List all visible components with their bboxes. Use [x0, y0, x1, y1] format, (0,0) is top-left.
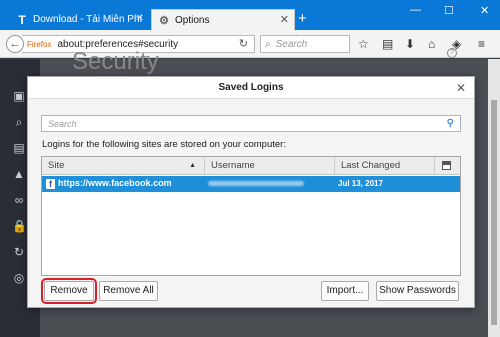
- saved-logins-dialog: Saved Logins ✕ Search ⚲ Logins for the f…: [27, 76, 475, 308]
- close-tab-icon[interactable]: ✕: [280, 13, 289, 26]
- advanced-icon[interactable]: ◎: [12, 271, 26, 285]
- menu-icon[interactable]: ≡: [478, 37, 485, 51]
- dialog-title: Saved Logins: [28, 77, 474, 99]
- logins-table: Site ▲ Username Last Changed f https://w…: [41, 156, 461, 276]
- row-last-changed: Jul 13, 2017: [338, 179, 383, 188]
- table-header: Site ▲ Username Last Changed: [42, 157, 460, 175]
- privacy-mask-icon[interactable]: ∞: [12, 193, 26, 207]
- show-passwords-button[interactable]: Show Passwords: [376, 281, 459, 301]
- page-title: Security: [72, 48, 159, 75]
- gear-icon: ⚙: [159, 14, 169, 27]
- download-icon[interactable]: ⬇: [405, 37, 415, 51]
- close-icon[interactable]: ✕: [456, 77, 466, 99]
- sync-icon[interactable]: ↻: [12, 245, 26, 259]
- row-site: https://www.facebook.com: [58, 178, 172, 188]
- new-tab-icon[interactable]: +: [298, 10, 307, 27]
- row-username-redacted: [208, 181, 304, 186]
- close-tab-icon[interactable]: ✕: [136, 13, 144, 24]
- facebook-icon: f: [46, 179, 55, 189]
- column-username[interactable]: Username: [205, 157, 335, 175]
- table-row[interactable]: f https://www.facebook.com Jul 13, 2017: [42, 176, 460, 192]
- reading-list-icon[interactable]: ▤: [382, 37, 393, 51]
- content-icon[interactable]: ▤: [12, 141, 26, 155]
- remove-button[interactable]: Remove: [41, 278, 97, 304]
- column-picker-icon[interactable]: [442, 161, 451, 170]
- column-last-changed[interactable]: Last Changed: [335, 157, 435, 175]
- bookmark-star-icon[interactable]: ☆: [358, 37, 369, 51]
- close-window-icon[interactable]: ✕: [480, 4, 489, 17]
- search-icon: ⚲: [446, 118, 454, 129]
- maximize-icon[interactable]: ☐: [444, 4, 454, 17]
- back-arrow-icon[interactable]: ←: [6, 35, 24, 53]
- tab-strip: T Download - Tải Miễn Phí VN ✕ ⚙ Options…: [0, 0, 500, 30]
- column-site[interactable]: Site ▲: [42, 157, 205, 175]
- firefox-identity: Firefox: [27, 39, 52, 49]
- general-icon[interactable]: ▣: [12, 89, 26, 103]
- sort-ascending-icon: ▲: [189, 162, 196, 169]
- applications-icon[interactable]: ▲: [12, 167, 26, 181]
- search-placeholder: Search: [48, 119, 77, 129]
- logins-search-input[interactable]: Search ⚲: [41, 115, 461, 132]
- reload-icon[interactable]: ↻: [239, 37, 248, 50]
- search-icon: ⌕: [265, 38, 271, 50]
- search-icon[interactable]: ⌕: [12, 115, 26, 129]
- minimize-icon[interactable]: —: [410, 4, 421, 16]
- help-icon[interactable]: ?: [447, 48, 457, 58]
- search-placeholder: Search: [275, 38, 308, 50]
- security-lock-icon[interactable]: 🔒: [12, 219, 27, 233]
- home-icon[interactable]: ⌂: [428, 37, 435, 51]
- scrollbar-thumb[interactable]: [491, 100, 497, 325]
- tab-download[interactable]: T Download - Tải Miễn Phí VN ✕: [10, 9, 148, 30]
- search-bar[interactable]: ⌕ Search: [260, 35, 350, 53]
- tab-options[interactable]: ⚙ Options ✕: [151, 9, 295, 30]
- import-button[interactable]: Import...: [321, 281, 369, 301]
- tab-label: Options: [175, 14, 210, 26]
- site-favicon-icon: T: [18, 12, 26, 27]
- remove-all-button[interactable]: Remove All: [99, 281, 158, 301]
- tab-label: Download - Tải Miễn Phí VN: [33, 14, 145, 25]
- logins-info-text: Logins for the following sites are store…: [42, 139, 286, 150]
